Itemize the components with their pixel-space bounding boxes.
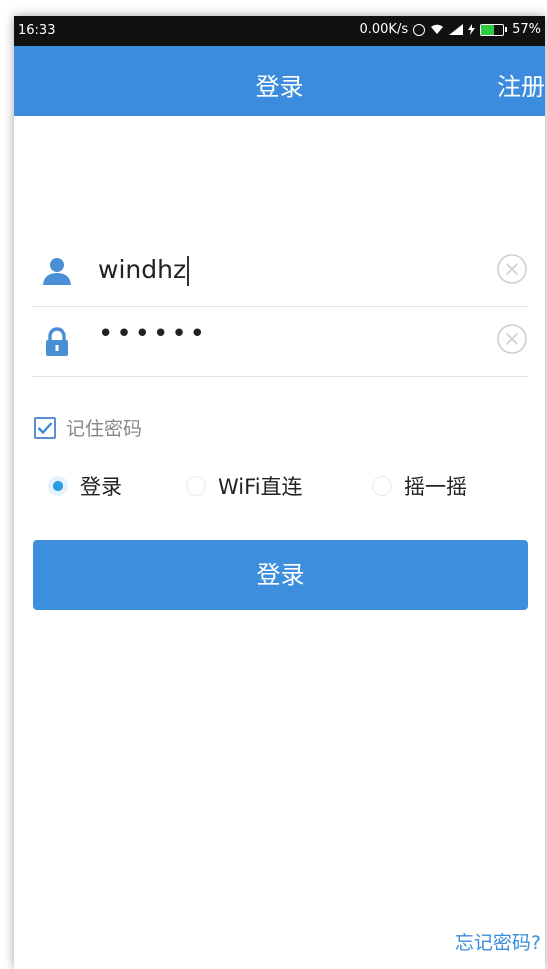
wifi-icon <box>430 24 444 35</box>
battery-icon <box>480 23 508 36</box>
status-time: 16:33 <box>18 23 56 38</box>
checkmark-icon <box>37 421 53 434</box>
text-caret <box>187 256 189 286</box>
user-icon <box>42 257 72 289</box>
radio-login[interactable]: 登录 <box>48 471 122 501</box>
radio-wifi-direct[interactable]: WiFi直连 <box>186 471 303 501</box>
alarm-icon <box>413 23 426 36</box>
username-field[interactable]: windhz <box>32 236 528 307</box>
register-button[interactable]: 注册 <box>497 67 545 102</box>
radio-shake-label: 摇一摇 <box>404 475 467 499</box>
radio-selected-icon <box>48 476 68 496</box>
app-window: 16:33 0.00K/s 57% 登录 注册 windhz •••••• 记住… <box>14 16 545 969</box>
username-input[interactable]: windhz <box>98 255 189 286</box>
title-bar: 登录 注册 <box>14 46 545 116</box>
radio-unselected-icon <box>372 476 392 496</box>
status-bar: 16:33 0.00K/s 57% <box>14 16 545 46</box>
remember-password-label: 记住密码 <box>66 418 143 440</box>
clear-username-icon[interactable] <box>496 253 528 285</box>
radio-login-label: 登录 <box>80 475 122 499</box>
radio-unselected-icon <box>186 476 206 496</box>
login-mode-radio-group: 登录 WiFi直连 摇一摇 <box>48 471 518 501</box>
forgot-password-link[interactable]: 忘记密码? <box>455 928 541 955</box>
lock-icon <box>42 327 72 361</box>
remember-password-checkbox[interactable] <box>34 416 56 439</box>
login-button[interactable]: 登录 <box>33 540 528 610</box>
remember-password-option[interactable]: 记住密码 <box>34 414 142 441</box>
signal-icon <box>449 24 464 35</box>
charging-icon <box>468 24 476 35</box>
status-indicators: 0.00K/s 57% <box>359 22 541 37</box>
password-field[interactable]: •••••• <box>32 306 528 377</box>
clear-password-icon[interactable] <box>496 323 528 355</box>
username-value: windhz <box>98 255 187 284</box>
battery-percent: 57% <box>512 22 541 37</box>
radio-shake[interactable]: 摇一摇 <box>372 471 467 501</box>
network-speed: 0.00K/s <box>359 22 409 37</box>
page-title: 登录 <box>255 73 304 101</box>
radio-wifi-direct-label: WiFi直连 <box>218 475 303 499</box>
password-input[interactable]: •••••• <box>98 319 208 349</box>
